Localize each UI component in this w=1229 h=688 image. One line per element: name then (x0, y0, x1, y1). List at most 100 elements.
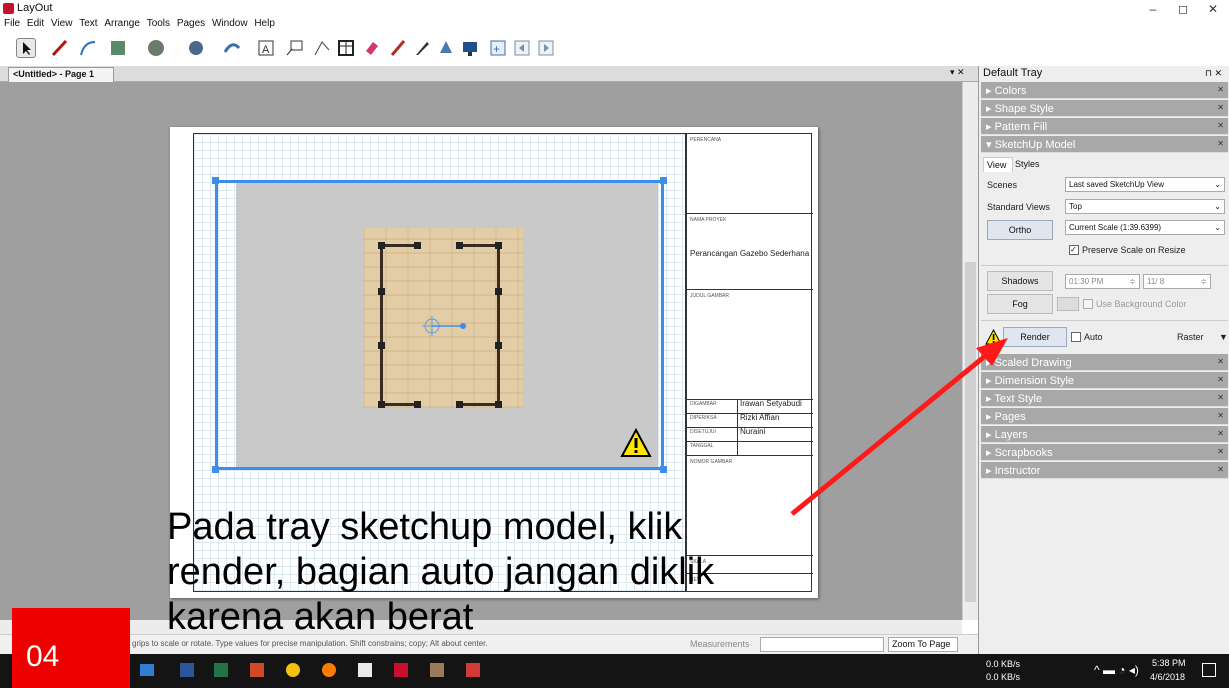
resize-handle[interactable] (660, 177, 667, 184)
presentation-icon[interactable] (460, 38, 480, 58)
svg-text:A: A (262, 44, 270, 56)
use-bg-color-checkbox[interactable] (1083, 299, 1093, 309)
standard-views-label: Standard Views (987, 202, 1050, 212)
divider (981, 320, 1228, 321)
resize-handle[interactable] (212, 177, 219, 184)
layout-taskbar-icon[interactable] (394, 663, 408, 677)
window-title: LayOut (17, 2, 53, 14)
measurements-label: Measurements (690, 639, 750, 649)
firefox-icon[interactable] (322, 663, 336, 677)
table-tool-icon[interactable] (336, 38, 356, 58)
close-button[interactable]: ✕ (1198, 0, 1228, 18)
title-bar: LayOut – ◻ ✕ (0, 0, 1229, 18)
selection-box[interactable] (215, 180, 664, 470)
tab-styles[interactable]: Styles (1015, 159, 1040, 169)
zoom-select[interactable]: Zoom To Page (888, 637, 958, 652)
excel-icon[interactable] (214, 663, 228, 677)
split-tool-icon[interactable] (412, 38, 432, 58)
arc-tool-icon[interactable] (78, 38, 98, 58)
tray-title: Default Tray (983, 67, 1043, 79)
next-page-icon[interactable] (536, 38, 556, 58)
add-page-icon[interactable]: + (488, 38, 508, 58)
text-tool-icon[interactable]: A (256, 38, 276, 58)
notification-icon[interactable] (1202, 663, 1216, 677)
shadows-button[interactable]: Shadows (987, 271, 1053, 291)
previous-page-icon[interactable] (512, 38, 532, 58)
menu-window[interactable]: Window (212, 18, 248, 29)
word-icon[interactable] (180, 663, 194, 677)
tb-nama-proyek: NAMA PROYEK Perancangan Gazebo Sederhana (687, 214, 813, 290)
app-icon[interactable] (430, 663, 444, 677)
tb-project-name: Perancangan Gazebo Sederhana (690, 249, 810, 258)
menu-file[interactable]: File (4, 18, 20, 29)
net-download: 0.0 KB/s (986, 672, 1021, 682)
instruction-line-3: karena akan berat (167, 596, 474, 638)
layout-app-icon (3, 3, 14, 14)
menu-view[interactable]: View (51, 18, 73, 29)
line-tool-icon[interactable] (50, 38, 70, 58)
tray-icons[interactable]: ^ ▬ ◔ ◂) (1094, 663, 1139, 677)
panel-sketchup-model[interactable]: ▾ SketchUp Model ✕ (981, 136, 1228, 153)
circle-tool-icon[interactable] (146, 38, 166, 58)
resize-handle[interactable] (660, 466, 667, 473)
instruction-line-2: render, bagian auto jangan diklik (167, 551, 715, 593)
status-hint: grips to scale or rotate. Type values fo… (132, 639, 488, 648)
main-toolbar: A + (0, 32, 1229, 66)
svg-text:+: + (493, 42, 500, 56)
select-tool-icon[interactable] (16, 38, 36, 58)
menu-bar: File Edit View Text Arrange Tools Pages … (0, 18, 1229, 32)
powerpoint-icon[interactable] (250, 663, 264, 677)
fog-color-swatch[interactable] (1057, 297, 1079, 311)
resize-handle[interactable] (212, 466, 219, 473)
panel-colors[interactable]: ▸ Colors ✕ (981, 82, 1228, 99)
tray-pin-icon[interactable]: ⊓ ✕ (1205, 68, 1222, 79)
sketchup-taskbar-icon[interactable] (466, 663, 480, 677)
panel-pattern-fill[interactable]: ▸ Pattern Fill ✕ (981, 118, 1228, 135)
polygon-tool-icon[interactable] (186, 38, 206, 58)
shadow-date-input[interactable]: 11/ 8 ≑ (1143, 274, 1211, 289)
tab-view[interactable]: View (983, 157, 1013, 172)
maximize-button[interactable]: ◻ (1168, 0, 1198, 18)
panel-shape-style[interactable]: ▸ Shape Style ✕ (981, 100, 1228, 117)
chevron-down-icon[interactable]: ▼ (1219, 332, 1228, 342)
fog-button[interactable]: Fog (987, 294, 1053, 314)
clock-date[interactable]: 4/6/2018 (1150, 672, 1185, 682)
windows-taskbar: 0.0 KB/s 0.0 KB/s ^ ▬ ◔ ◂) 5:38 PM 4/6/2… (0, 654, 1229, 688)
rectangle-tool-icon[interactable] (108, 38, 128, 58)
menu-arrange[interactable]: Arrange (104, 18, 140, 29)
offset-tool-icon[interactable] (222, 38, 242, 58)
instruction-line-1: Pada tray sketchup model, klik (167, 506, 683, 548)
menu-text[interactable]: Text (79, 18, 97, 29)
annotation-arrow (790, 338, 1008, 516)
clock-time[interactable]: 5:38 PM (1152, 658, 1186, 668)
auto-label: Auto (1084, 332, 1103, 342)
raster-dropdown[interactable]: Raster (1177, 332, 1204, 342)
minimize-button[interactable]: – (1138, 0, 1168, 18)
tab-untitled-page-1[interactable]: <Untitled> - Page 1 (8, 67, 114, 82)
preserve-scale-checkbox[interactable]: ✓ (1069, 245, 1079, 255)
tb-perencana: PERENCANA (687, 134, 813, 214)
instruction-text: Pada tray sketchup model, klik render, b… (167, 505, 807, 640)
menu-edit[interactable]: Edit (27, 18, 44, 29)
tab-close-icon[interactable]: ▾ ✕ (950, 67, 965, 78)
style-tool-icon[interactable] (388, 38, 408, 58)
chrome-icon[interactable] (286, 663, 300, 677)
app-icon[interactable] (358, 663, 372, 677)
dimension-tool-icon[interactable] (312, 38, 332, 58)
eraser-tool-icon[interactable] (362, 38, 382, 58)
tb-divider (737, 400, 738, 456)
menu-tools[interactable]: Tools (147, 18, 170, 29)
divider (981, 265, 1228, 266)
menu-pages[interactable]: Pages (177, 18, 205, 29)
join-tool-icon[interactable] (436, 38, 456, 58)
auto-render-checkbox[interactable] (1071, 332, 1081, 342)
shadow-time-input[interactable]: 01:30 PM ≑ (1065, 274, 1140, 289)
standard-views-dropdown[interactable]: Top ⌄ (1065, 199, 1225, 214)
menu-help[interactable]: Help (254, 18, 275, 29)
scale-dropdown[interactable]: Current Scale (1:39.6399) ⌄ (1065, 220, 1225, 235)
ortho-button[interactable]: Ortho (987, 220, 1053, 240)
scenes-dropdown[interactable]: Last saved SketchUp View ⌄ (1065, 177, 1225, 192)
step-badge: 04 (12, 608, 130, 688)
file-explorer-icon[interactable] (140, 664, 154, 676)
label-tool-icon[interactable] (284, 38, 304, 58)
